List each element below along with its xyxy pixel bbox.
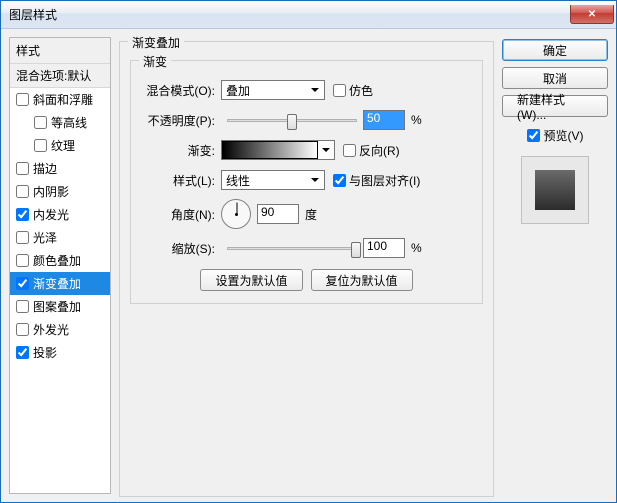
style-item-checkbox[interactable] bbox=[16, 346, 29, 359]
ok-button[interactable]: 确定 bbox=[502, 39, 608, 61]
scale-slider[interactable] bbox=[227, 247, 357, 250]
right-panel: 确定 取消 新建样式(W)... 预览(V) bbox=[502, 37, 608, 494]
slider-thumb[interactable] bbox=[287, 114, 297, 130]
style-item-label: 渐变叠加 bbox=[33, 275, 81, 292]
preview-box bbox=[521, 156, 589, 224]
style-list-header: 样式 bbox=[10, 38, 110, 64]
opacity-label: 不透明度(P): bbox=[143, 112, 221, 129]
chevron-down-icon[interactable] bbox=[318, 141, 334, 159]
style-item-checkbox[interactable] bbox=[16, 277, 29, 290]
dither-checkbox[interactable] bbox=[333, 84, 346, 97]
style-item-label: 描边 bbox=[33, 160, 57, 177]
style-item[interactable]: 图案叠加 bbox=[10, 295, 110, 318]
reset-default-button[interactable]: 复位为默认值 bbox=[311, 269, 413, 291]
style-item-label: 图案叠加 bbox=[33, 298, 81, 315]
style-item[interactable]: 等高线 bbox=[10, 111, 110, 134]
style-item-checkbox[interactable] bbox=[16, 93, 29, 106]
style-item[interactable]: 投影 bbox=[10, 341, 110, 364]
style-item[interactable]: 纹理 bbox=[10, 134, 110, 157]
preview-swatch bbox=[535, 170, 575, 210]
scale-label: 缩放(S): bbox=[143, 240, 221, 257]
cancel-button[interactable]: 取消 bbox=[502, 67, 608, 89]
style-item-label: 颜色叠加 bbox=[33, 252, 81, 269]
angle-label: 角度(N): bbox=[143, 206, 221, 223]
angle-dial[interactable] bbox=[221, 199, 251, 229]
style-item-checkbox[interactable] bbox=[16, 231, 29, 244]
style-item-checkbox[interactable] bbox=[16, 300, 29, 313]
style-item[interactable]: 渐变叠加 bbox=[10, 272, 110, 295]
style-item-checkbox[interactable] bbox=[16, 162, 29, 175]
style-item[interactable]: 内阴影 bbox=[10, 180, 110, 203]
blend-mode-label: 混合模式(O): bbox=[143, 82, 221, 99]
group-title: 渐变叠加 bbox=[128, 34, 184, 51]
blend-mode-dropdown[interactable]: 叠加 bbox=[221, 80, 325, 100]
opacity-slider[interactable] bbox=[227, 119, 357, 122]
style-item-label: 投影 bbox=[33, 344, 57, 361]
style-item[interactable]: 外发光 bbox=[10, 318, 110, 341]
gradient-label: 渐变: bbox=[143, 142, 221, 159]
style-item[interactable]: 内发光 bbox=[10, 203, 110, 226]
chevron-down-icon bbox=[307, 83, 322, 97]
style-item-checkbox[interactable] bbox=[34, 116, 47, 129]
style-item[interactable]: 颜色叠加 bbox=[10, 249, 110, 272]
layer-style-dialog: 图层样式 样式 混合选项:默认 斜面和浮雕等高线纹理描边内阴影内发光光泽颜色叠加… bbox=[0, 0, 617, 503]
style-item-checkbox[interactable] bbox=[16, 208, 29, 221]
style-item-checkbox[interactable] bbox=[16, 185, 29, 198]
style-list: 样式 混合选项:默认 斜面和浮雕等高线纹理描边内阴影内发光光泽颜色叠加渐变叠加图… bbox=[9, 37, 111, 494]
style-item-label: 内发光 bbox=[33, 206, 69, 223]
style-item-label: 纹理 bbox=[51, 137, 75, 154]
style-item-label: 外发光 bbox=[33, 321, 69, 338]
titlebar: 图层样式 bbox=[1, 1, 616, 29]
inner-group-title: 渐变 bbox=[139, 53, 171, 70]
blend-options-row[interactable]: 混合选项:默认 bbox=[10, 64, 110, 88]
reverse-checkbox[interactable] bbox=[343, 144, 356, 157]
set-default-button[interactable]: 设置为默认值 bbox=[200, 269, 302, 291]
window-title: 图层样式 bbox=[9, 6, 57, 23]
chevron-down-icon bbox=[307, 173, 322, 187]
style-item-label: 光泽 bbox=[33, 229, 57, 246]
style-item[interactable]: 斜面和浮雕 bbox=[10, 88, 110, 111]
align-checkbox[interactable] bbox=[333, 174, 346, 187]
new-style-button[interactable]: 新建样式(W)... bbox=[502, 95, 608, 117]
style-item-checkbox[interactable] bbox=[16, 254, 29, 267]
gradient-picker[interactable] bbox=[221, 140, 335, 160]
style-item-checkbox[interactable] bbox=[16, 323, 29, 336]
opacity-input[interactable]: 50 bbox=[363, 110, 405, 130]
style-item-label: 等高线 bbox=[51, 114, 87, 131]
preview-checkbox[interactable] bbox=[527, 129, 540, 142]
style-item-label: 内阴影 bbox=[33, 183, 69, 200]
style-item-label: 斜面和浮雕 bbox=[33, 91, 93, 108]
scale-input[interactable]: 100 bbox=[363, 238, 405, 258]
style-item[interactable]: 光泽 bbox=[10, 226, 110, 249]
angle-input[interactable]: 90 bbox=[257, 204, 299, 224]
style-item-checkbox[interactable] bbox=[34, 139, 47, 152]
gradient-swatch[interactable] bbox=[222, 141, 318, 159]
main-panel: 渐变叠加 渐变 混合模式(O): 叠加 仿色 bbox=[119, 37, 494, 494]
style-item[interactable]: 描边 bbox=[10, 157, 110, 180]
style-dropdown[interactable]: 线性 bbox=[221, 170, 325, 190]
style-label: 样式(L): bbox=[143, 172, 221, 189]
close-button[interactable] bbox=[570, 5, 614, 24]
slider-thumb[interactable] bbox=[351, 242, 361, 258]
